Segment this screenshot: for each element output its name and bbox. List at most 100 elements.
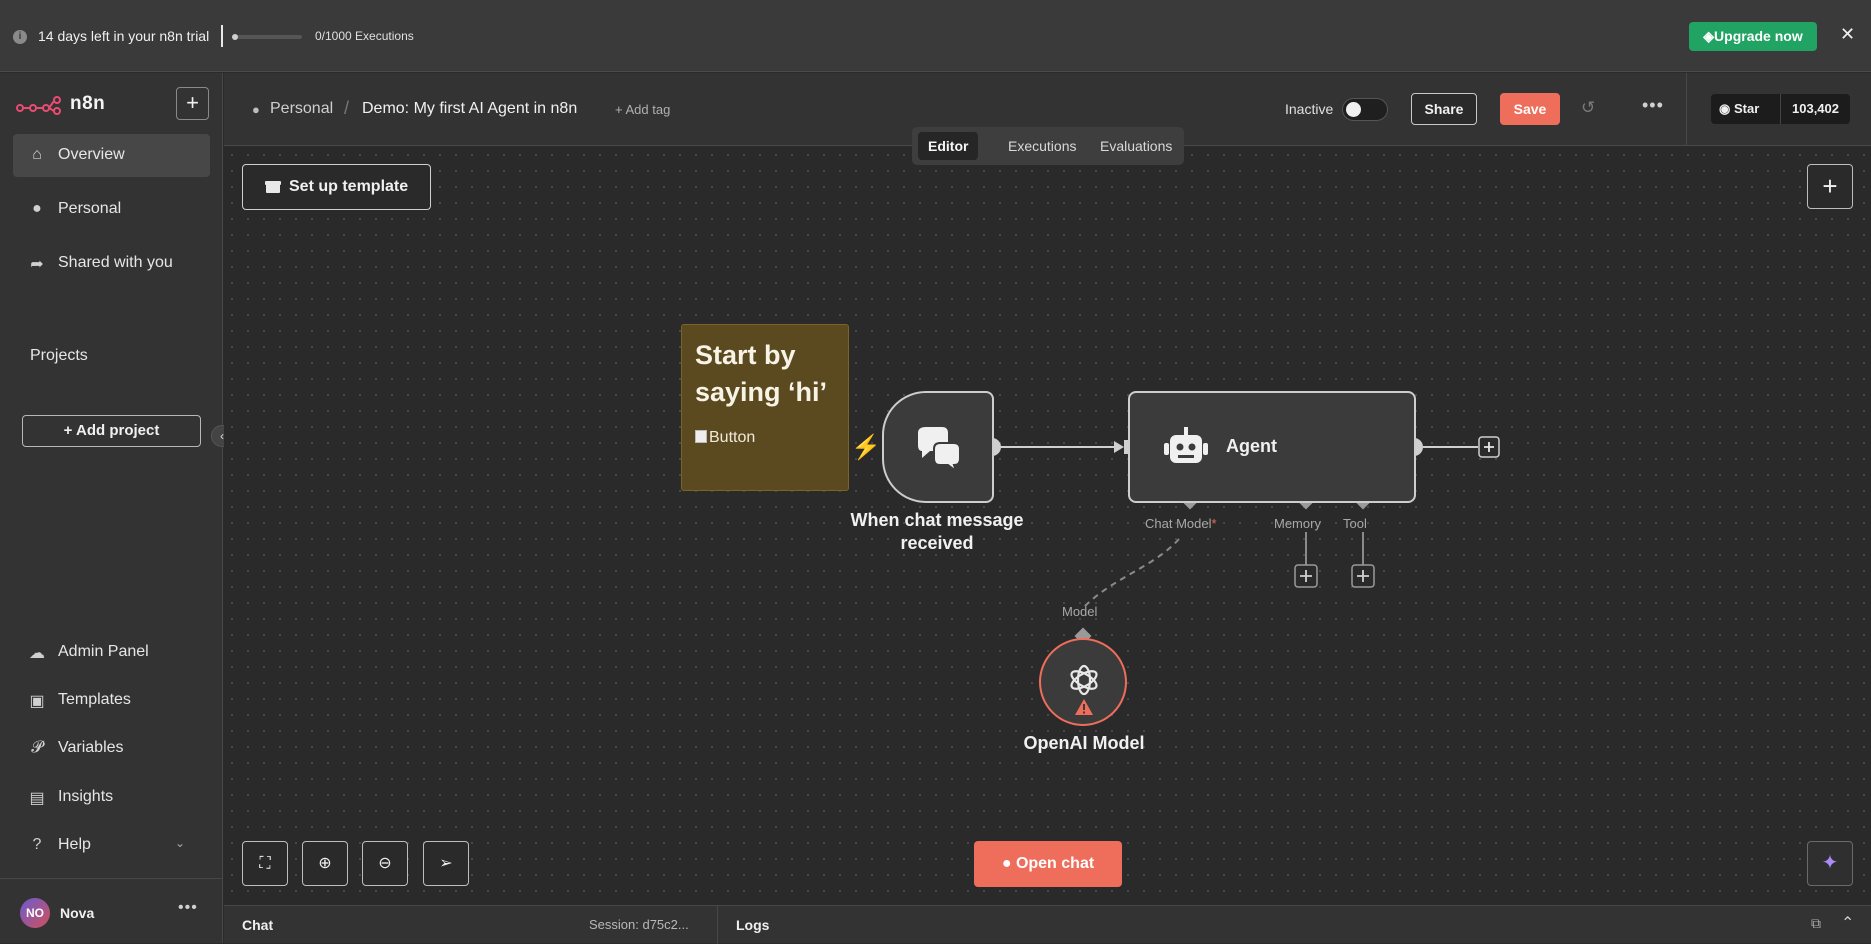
tool-port-label: Tool [1343, 516, 1367, 531]
sidebar-item-shared[interactable]: ➦ Shared with you [13, 242, 210, 285]
header-divider [1686, 73, 1687, 146]
user-icon: ● [32, 200, 42, 217]
upgrade-button[interactable]: ◈Upgrade now [1689, 22, 1817, 51]
add-tag-link[interactable]: + Add tag [615, 102, 670, 117]
sidebar-item-admin-panel[interactable]: ☁ Admin Panel [13, 631, 210, 674]
bottom-panel-bar: Chat Session: d75c2... Logs ⧉ ⌃ [224, 905, 1871, 944]
status-label: Inactive [1285, 101, 1334, 117]
sidebar-item-insights[interactable]: ▤ Insights [13, 776, 210, 819]
chat-panel-tab[interactable]: Chat [242, 917, 273, 933]
user-icon: ● [252, 102, 260, 117]
tab-label: Evaluations [1100, 138, 1173, 154]
gem-icon: ◈ [1703, 28, 1715, 44]
user-name: Nova [60, 905, 95, 921]
fullscreen-icon: ⛶ [259, 855, 271, 872]
tab-label: Executions [1008, 138, 1077, 154]
fit-view-button[interactable]: ⛶ [242, 841, 288, 886]
banner-divider [221, 25, 223, 47]
openai-model-node[interactable] [1039, 638, 1127, 726]
model-connection [1083, 538, 1180, 608]
robot-icon [1164, 427, 1208, 463]
breadcrumb-project[interactable]: Personal [270, 100, 333, 118]
workflow-canvas[interactable]: Set up template + Start by saying ‘hi’ B… [224, 147, 1871, 905]
executions-progress [232, 35, 302, 39]
more-icon[interactable]: ••• [1642, 95, 1664, 116]
trial-banner: i 14 days left in your n8n trial 0/1000 … [0, 0, 1871, 72]
brand-name: n8n [70, 93, 106, 114]
save-button[interactable]: Save [1500, 93, 1560, 125]
sidebar-item-variables[interactable]: 𝓟 Variables [13, 727, 210, 770]
zoom-in-button[interactable]: ⊕ [302, 841, 348, 886]
tab-executions[interactable]: Executions [998, 132, 1086, 160]
broken-image-icon [695, 430, 707, 443]
chevron-down-icon: ⌄ [175, 836, 186, 850]
sparkle-icon: ✦ [1821, 852, 1839, 874]
projects-heading: Projects [30, 347, 88, 364]
model-port-label: Model [1062, 604, 1098, 619]
workflow-name[interactable]: Demo: My first AI Agent in n8n [362, 100, 577, 118]
trial-text: 14 days left in your n8n trial [38, 28, 210, 44]
share-button[interactable]: Share [1411, 93, 1477, 125]
view-tabs: Editor Executions Evaluations [912, 127, 1184, 165]
sticky-image: Button [695, 429, 755, 447]
connections [983, 436, 1500, 645]
chat-model-port-label: Chat Model* [1145, 516, 1217, 531]
openai-icon [1070, 664, 1098, 696]
panel-divider [717, 906, 718, 944]
n8n-logo-icon[interactable] [16, 95, 62, 115]
box-icon: ▣ [29, 693, 45, 710]
chart-icon: ▤ [29, 790, 45, 807]
bolt-icon: ⚡ [851, 434, 881, 461]
zoom-out-icon: ⊖ [378, 855, 392, 872]
history-icon[interactable]: ↺ [1581, 98, 1595, 118]
tab-editor[interactable]: Editor [918, 132, 979, 160]
sticky-note[interactable]: Start by saying ‘hi’ Button [681, 324, 849, 491]
chat-bubbles-icon [918, 427, 961, 473]
chevron-up-icon[interactable]: ⌃ [1841, 913, 1854, 933]
info-icon: i [13, 30, 27, 44]
open-chat-button[interactable]: ● Open chat [974, 841, 1122, 887]
logs-panel-tab[interactable]: Logs [736, 917, 769, 933]
tab-label: Editor [928, 138, 969, 154]
share-icon: ➦ [30, 256, 44, 273]
sidebar-item-overview[interactable]: ⌂ Overview [13, 134, 210, 177]
tidy-up-button[interactable]: ➢ [423, 841, 469, 886]
sidebar-item-help[interactable]: ? Help ⌄ [13, 824, 210, 867]
github-star-count[interactable]: 103,402 [1781, 94, 1850, 124]
github-icon: ◉ [1719, 101, 1731, 116]
avatar: NO [20, 898, 50, 928]
executions-count: 0/1000 Executions [315, 29, 414, 43]
more-icon[interactable]: ••• [178, 899, 198, 917]
help-icon: ? [32, 836, 42, 853]
toggle-knob [1346, 102, 1361, 117]
session-id: Session: d75c2... [589, 917, 689, 932]
sticky-title: Start by saying ‘hi’ [695, 340, 828, 407]
ai-assistant-button[interactable]: ✦ [1807, 841, 1853, 886]
github-star-button[interactable]: ◉ Star [1711, 94, 1781, 124]
close-icon[interactable]: ✕ [1840, 24, 1855, 45]
sidebar: n8n + ⌂ Overview ● Personal ➦ Shared wit… [0, 73, 233, 943]
sidebar-item-personal[interactable]: ● Personal [13, 188, 210, 231]
variable-icon: 𝓟 [31, 739, 43, 756]
chat-trigger-node[interactable] [882, 391, 994, 503]
executions-progress-fill [232, 34, 238, 40]
tab-evaluations[interactable]: Evaluations [1090, 132, 1182, 160]
cloud-icon: ☁ [29, 645, 45, 662]
add-project-button[interactable]: + Add project [22, 415, 201, 447]
sidebar-item-templates[interactable]: ▣ Templates [13, 679, 210, 722]
home-icon: ⌂ [32, 146, 42, 163]
create-button[interactable]: + [176, 87, 209, 120]
warning-icon [1075, 699, 1093, 715]
connection-arrow [1114, 441, 1124, 453]
zoom-out-button[interactable]: ⊖ [362, 841, 408, 886]
zoom-in-icon: ⊕ [318, 855, 332, 872]
agent-node-label: Agent [1226, 436, 1277, 456]
magic-cursor-icon: ➢ [439, 855, 453, 872]
memory-port-label: Memory [1274, 516, 1321, 531]
trigger-node-label: When chat message received [850, 510, 1024, 553]
openai-node-label: OpenAI Model [1023, 733, 1145, 753]
chat-icon: ● [1001, 855, 1012, 872]
popout-icon[interactable]: ⧉ [1811, 915, 1821, 932]
active-toggle[interactable] [1342, 98, 1388, 121]
user-menu[interactable]: NO Nova ••• [0, 878, 223, 943]
